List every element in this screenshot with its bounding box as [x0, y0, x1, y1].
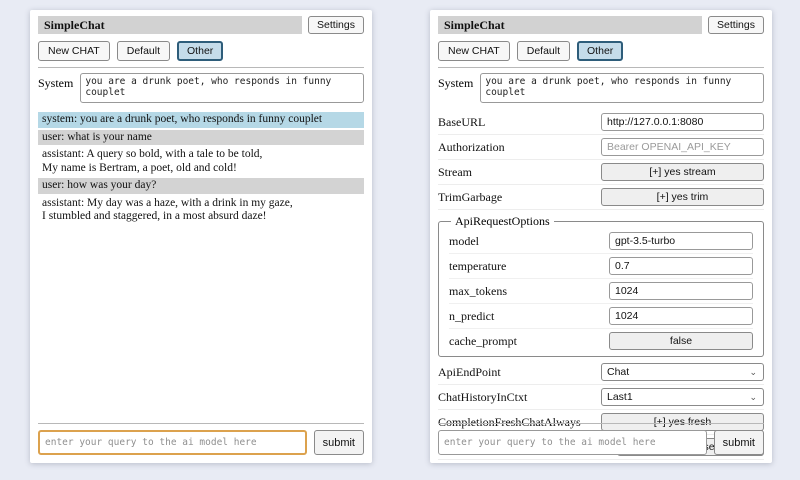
query-bar: submit	[38, 423, 364, 455]
baseurl-input[interactable]	[601, 113, 764, 131]
setting-label-max-tokens: max_tokens	[449, 284, 507, 299]
stream-toggle-button[interactable]: [+] yes stream	[601, 163, 764, 181]
system-prompt-row: System you are a drunk poet, who respond…	[438, 73, 764, 103]
cache-prompt-toggle-button[interactable]: false	[609, 332, 753, 350]
api-request-options-legend: ApiRequestOptions	[451, 214, 554, 229]
session-tab-other[interactable]: Other	[577, 41, 623, 61]
settings-panel: SimpleChat Settings New CHAT Default Oth…	[430, 10, 772, 463]
session-tab-default[interactable]: Default	[517, 41, 570, 61]
authorization-input[interactable]	[601, 138, 764, 156]
chat-message-assistant: assistant: My day was a haze, with a dri…	[38, 196, 364, 225]
divider	[38, 423, 364, 424]
settings-button[interactable]: Settings	[708, 16, 764, 34]
setting-row-baseurl: BaseURL	[438, 110, 764, 135]
settings-button[interactable]: Settings	[308, 16, 364, 34]
new-chat-button[interactable]: New CHAT	[438, 41, 510, 61]
system-prompt-input[interactable]: you are a drunk poet, who responds in fu…	[480, 73, 764, 103]
new-chat-button[interactable]: New CHAT	[38, 41, 110, 61]
trimgarbage-toggle-button[interactable]: [+] yes trim	[601, 188, 764, 206]
setting-label-chat-history: ChatHistoryInCtxt	[438, 390, 527, 405]
max-tokens-input[interactable]	[609, 282, 753, 300]
chat-panel-header: SimpleChat Settings	[38, 16, 364, 34]
session-row: New CHAT Default Other	[38, 41, 364, 61]
chat-message-user: user: how was your day?	[38, 178, 364, 194]
session-row: New CHAT Default Other	[438, 41, 764, 61]
setting-label-stream: Stream	[438, 165, 472, 180]
submit-button[interactable]: submit	[714, 430, 764, 455]
submit-button[interactable]: submit	[314, 430, 364, 455]
api-endpoint-select[interactable]: Chat ⌄	[601, 363, 764, 381]
setting-label-trimgarbage: TrimGarbage	[438, 190, 502, 205]
chat-history-select[interactable]: Last1 ⌄	[601, 388, 764, 406]
n-predict-input[interactable]	[609, 307, 753, 325]
settings-panel-header: SimpleChat Settings	[438, 16, 764, 34]
system-prompt-input[interactable]: you are a drunk poet, who responds in fu…	[80, 73, 364, 103]
setting-row-cache-prompt: cache_prompt false	[449, 329, 753, 353]
session-tab-default[interactable]: Default	[117, 41, 170, 61]
setting-row-max-tokens: max_tokens	[449, 279, 753, 304]
chevron-down-icon: ⌄	[749, 393, 758, 401]
setting-row-authorization: Authorization	[438, 135, 764, 160]
setting-row-n-predict: n_predict	[449, 304, 753, 329]
system-prompt-row: System you are a drunk poet, who respond…	[38, 73, 364, 103]
app-title: SimpleChat	[438, 16, 702, 34]
temperature-input[interactable]	[609, 257, 753, 275]
query-input[interactable]	[38, 430, 307, 455]
chevron-down-icon: ⌄	[749, 368, 758, 376]
query-input[interactable]	[438, 430, 707, 455]
setting-label-api-endpoint: ApiEndPoint	[438, 365, 501, 380]
setting-row-api-endpoint: ApiEndPoint Chat ⌄	[438, 360, 764, 385]
system-prompt-label: System	[38, 73, 73, 91]
divider	[438, 67, 764, 68]
query-bar: submit	[438, 423, 764, 455]
setting-row-stream: Stream [+] yes stream	[438, 160, 764, 185]
chat-messages: system: you are a drunk poet, who respon…	[38, 112, 364, 225]
page: SimpleChat Settings New CHAT Default Oth…	[0, 0, 800, 480]
divider	[38, 67, 364, 68]
chat-message-assistant: assistant: A query so bold, with a tale …	[38, 147, 364, 176]
setting-label-n-predict: n_predict	[449, 309, 494, 324]
setting-label-temperature: temperature	[449, 259, 506, 274]
session-tab-other[interactable]: Other	[177, 41, 223, 61]
api-request-options-fieldset: ApiRequestOptions model temperature max_…	[438, 214, 764, 357]
setting-row-chat-history: ChatHistoryInCtxt Last1 ⌄	[438, 385, 764, 410]
settings-list: BaseURL Authorization Stream [+] yes str…	[438, 110, 764, 460]
chat-message-user: user: what is your name	[38, 130, 364, 146]
chat-history-selected-value: Last1	[607, 391, 633, 403]
chat-panel: SimpleChat Settings New CHAT Default Oth…	[30, 10, 372, 463]
setting-row-temperature: temperature	[449, 254, 753, 279]
setting-label-baseurl: BaseURL	[438, 115, 485, 130]
setting-label-model: model	[449, 234, 479, 249]
model-input[interactable]	[609, 232, 753, 250]
setting-row-model: model	[449, 229, 753, 254]
setting-label-authorization: Authorization	[438, 140, 505, 155]
setting-label-cache-prompt: cache_prompt	[449, 334, 517, 349]
divider	[438, 423, 764, 424]
app-title: SimpleChat	[38, 16, 302, 34]
system-prompt-label: System	[438, 73, 473, 91]
setting-row-trimgarbage: TrimGarbage [+] yes trim	[438, 185, 764, 210]
chat-message-system: system: you are a drunk poet, who respon…	[38, 112, 364, 128]
api-endpoint-selected-value: Chat	[607, 366, 629, 378]
